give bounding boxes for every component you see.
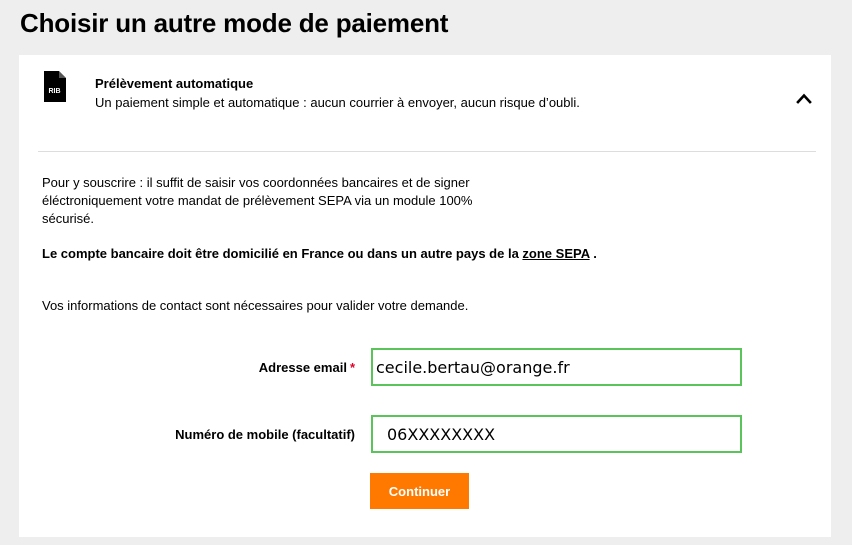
subscription-intro-text: Pour y souscrire : il suffit de saisir v… [42, 175, 473, 226]
email-label: Adresse email * [259, 359, 355, 377]
sepa-requirement-note: Le compte bancaire doit être domicilié e… [42, 245, 597, 263]
email-label-text: Adresse email [258, 360, 347, 375]
contact-info-text: Vos informations de contact sont nécessa… [42, 298, 469, 313]
mobile-field[interactable] [371, 415, 742, 453]
sepa-zone-link[interactable]: zone SEPA [522, 246, 589, 261]
payment-method-title: Prélèvement automatique [95, 76, 254, 91]
rib-document-icon: RIB [44, 71, 66, 102]
chevron-up-icon[interactable] [796, 91, 812, 105]
sepa-note-suffix: . [589, 246, 597, 261]
payment-method-accordion-header[interactable]: RIB Prélèvement automatique Un paiement … [19, 55, 831, 151]
sepa-note-text: Le compte bancaire doit être domicilié e… [42, 246, 523, 261]
svg-text:RIB: RIB [48, 88, 60, 95]
email-field[interactable] [371, 348, 742, 386]
required-marker: * [349, 360, 355, 375]
payment-method-description: Un paiement simple et automatique : aucu… [95, 95, 580, 110]
section-divider [38, 151, 816, 152]
mobile-label: Numéro de mobile (facultatif) [175, 427, 355, 442]
payment-method-card: RIB Prélèvement automatique Un paiement … [19, 55, 831, 537]
page-title: Choisir un autre mode de paiement [20, 8, 449, 38]
continue-button[interactable]: Continuer [370, 473, 469, 509]
